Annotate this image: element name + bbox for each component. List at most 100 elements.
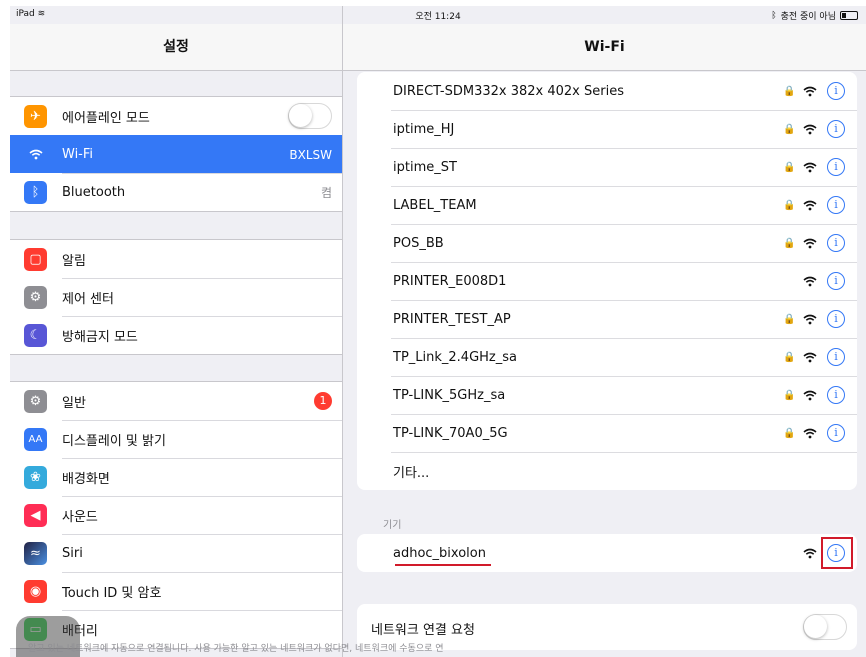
settings-item-label: 일반: [62, 395, 86, 411]
info-icon[interactable]: i: [827, 348, 845, 366]
highlight-underline: [395, 564, 491, 566]
info-icon[interactable]: i: [827, 424, 845, 442]
update-badge: 1: [314, 392, 332, 410]
network-row[interactable]: PRINTER_TEST_AP 🔒 i: [357, 300, 857, 338]
network-list: DIRECT-SDM332x 382x 402x Series 🔒 i iptime_…: [357, 72, 857, 490]
network-row[interactable]: POS_BB 🔒 i: [357, 224, 857, 262]
network-name: DIRECT-SDM332x 382x 402x Series: [393, 83, 624, 99]
network-row[interactable]: LABEL_TEAM 🔒 i: [357, 186, 857, 224]
wifi-signal-icon: [803, 548, 817, 559]
settings-item-label: Bluetooth: [62, 185, 126, 200]
network-row[interactable]: TP-LINK_70A0_5G 🔒 i: [357, 414, 857, 452]
settings-item-notifications[interactable]: ▢ 알림: [10, 240, 342, 278]
lock-icon: 🔒: [783, 427, 796, 439]
airplane-mode-toggle[interactable]: [288, 103, 332, 129]
network-row[interactable]: TP_Link_2.4GHz_sa 🔒 i: [357, 338, 857, 376]
highlight-box: [821, 537, 853, 569]
settings-item-siri[interactable]: ≈ Siri: [10, 533, 342, 572]
moon-icon: ☾: [24, 323, 47, 347]
network-name: TP-LINK_5GHz_sa: [393, 387, 506, 403]
settings-item-label: 사운드: [62, 510, 98, 525]
other-network-row[interactable]: 기타...: [357, 452, 857, 490]
wifi-title: Wi-Fi: [343, 24, 866, 71]
bluetooth-status-icon: ᛒ: [771, 10, 777, 21]
settings-item-label: 알림: [62, 253, 86, 269]
wifi-signal-icon: [803, 200, 817, 211]
wifi-signal-icon: [803, 86, 817, 97]
settings-item-airplane-mode[interactable]: ✈ 에어플레인 모드: [10, 97, 342, 135]
ipad-screen: 설정 ✈ 에어플레인 모드 Wi-Fi BXLSW ᛒ Bluetooth 켬 …: [10, 6, 866, 657]
siri-icon: ≈: [24, 541, 47, 565]
settings-item-label: 디스플레이 및 밝기: [62, 434, 166, 449]
wifi-icon: [24, 142, 47, 166]
devices-section-header: 기기: [383, 520, 402, 531]
info-icon[interactable]: i: [827, 272, 845, 290]
sound-icon: ◀: [24, 503, 47, 527]
network-row[interactable]: iptime_HJ 🔒 i: [357, 110, 857, 148]
airplane-icon: ✈: [24, 104, 47, 128]
device-network-row[interactable]: adhoc_bixolon i: [357, 534, 857, 572]
info-icon[interactable]: i: [827, 196, 845, 214]
lock-icon: 🔒: [783, 351, 796, 363]
wifi-signal-icon: [803, 238, 817, 249]
wifi-current-network: BXLSW: [289, 147, 332, 162]
settings-item-wifi[interactable]: Wi-Fi BXLSW: [10, 135, 342, 173]
network-name: TP_Link_2.4GHz_sa: [393, 349, 517, 365]
settings-item-display-brightness[interactable]: AA 디스플레이 및 밝기: [10, 419, 342, 458]
settings-item-label: 에어플레인 모드: [62, 110, 150, 126]
ask-to-join-description: 알고 있는 네트워크에 자동으로 연결됩니다. 사용 가능한 알고 있는 네트워…: [28, 644, 444, 654]
network-row[interactable]: DIRECT-SDM332x 382x 402x Series 🔒 i: [357, 72, 857, 110]
lock-icon: 🔒: [783, 389, 796, 401]
info-icon[interactable]: i: [827, 310, 845, 328]
status-bar: iPad ≋ 오전 11:24 ᛒ 충전 중이 아님: [10, 6, 866, 24]
settings-item-touch-id[interactable]: ◉ Touch ID 및 암호: [10, 571, 342, 610]
network-row[interactable]: iptime_ST 🔒 i: [357, 148, 857, 186]
notifications-icon: ▢: [24, 247, 47, 271]
settings-item-label: Wi-Fi: [62, 147, 94, 162]
settings-item-sounds[interactable]: ◀ 사운드: [10, 495, 342, 534]
settings-item-label: 배경화면: [62, 472, 110, 487]
network-row[interactable]: TP-LINK_5GHz_sa 🔒 i: [357, 376, 857, 414]
lock-icon: 🔒: [783, 85, 796, 97]
control-center-icon: ⚙: [24, 285, 47, 309]
charging-status: 충전 중이 아님: [780, 12, 836, 22]
network-name: PRINTER_E008D1: [393, 273, 507, 289]
status-right: ᛒ 충전 중이 아님: [771, 9, 858, 22]
ask-to-join-label: 네트워크 연결 요청: [371, 623, 475, 638]
lock-icon: 🔒: [783, 237, 796, 249]
fingerprint-icon: ◉: [24, 579, 47, 603]
settings-title: 설정: [10, 24, 342, 71]
battery-status-icon: [840, 11, 858, 20]
network-name: PRINTER_TEST_AP: [393, 311, 511, 327]
lock-icon: 🔒: [783, 199, 796, 211]
wifi-signal-icon: [803, 162, 817, 173]
wifi-signal-icon: [803, 390, 817, 401]
other-network-label: 기타...: [393, 465, 430, 481]
settings-item-do-not-disturb[interactable]: ☾ 방해금지 모드: [10, 315, 342, 354]
network-name: adhoc_bixolon: [393, 545, 486, 561]
settings-sidebar: 설정 ✈ 에어플레인 모드 Wi-Fi BXLSW ᛒ Bluetooth 켬 …: [10, 6, 343, 657]
info-icon[interactable]: i: [827, 120, 845, 138]
settings-item-general[interactable]: ⚙ 일반 1: [10, 382, 342, 420]
settings-item-bluetooth[interactable]: ᛒ Bluetooth 켬: [10, 172, 342, 211]
lock-icon: 🔒: [783, 123, 796, 135]
info-icon[interactable]: i: [827, 82, 845, 100]
settings-group-general: ⚙ 일반 1 AA 디스플레이 및 밝기 ❀ 배경화면 ◀ 사운드 ≈ Siri…: [10, 381, 342, 649]
bluetooth-status: 켬: [320, 186, 332, 200]
wifi-panel: Wi-Fi DIRECT-SDM332x 382x 402x Series 🔒 i i…: [343, 6, 866, 657]
status-time: 오전 11:24: [415, 12, 461, 22]
info-icon[interactable]: i: [827, 158, 845, 176]
network-name: iptime_ST: [393, 159, 457, 175]
bluetooth-icon: ᛒ: [24, 180, 47, 204]
ask-to-join-toggle[interactable]: [803, 614, 847, 640]
wallpaper-icon: ❀: [24, 465, 47, 489]
settings-item-wallpaper[interactable]: ❀ 배경화면: [10, 457, 342, 496]
network-row[interactable]: PRINTER_E008D1 i: [357, 262, 857, 300]
wifi-signal-icon: [803, 428, 817, 439]
device-list: adhoc_bixolon i: [357, 534, 857, 572]
wifi-signal-icon: [803, 314, 817, 325]
settings-item-control-center[interactable]: ⚙ 제어 센터: [10, 277, 342, 316]
wifi-signal-icon: [803, 124, 817, 135]
info-icon[interactable]: i: [827, 234, 845, 252]
info-icon[interactable]: i: [827, 386, 845, 404]
